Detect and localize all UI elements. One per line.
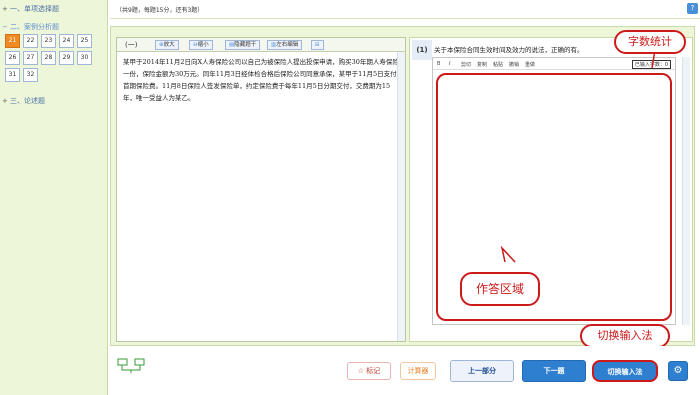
switch-ime-callout: 切换输入法 — [580, 324, 670, 348]
mark-button[interactable]: ☆ 标记 — [347, 362, 391, 380]
next-question-button[interactable]: 下一题 — [522, 360, 586, 382]
bottom-action-bar: ☆ 标记 计算器 上一部分 下一题 切换输入法 ⚙ — [110, 346, 700, 395]
answer-area-connector — [500, 245, 516, 263]
previous-part-button[interactable]: 上一部分 — [450, 360, 514, 382]
network-status-icon — [117, 358, 145, 373]
switch-input-method-button[interactable]: 切换输入法 — [592, 360, 658, 382]
settings-icon[interactable]: ⚙ — [668, 361, 688, 381]
calculator-button[interactable]: 计算器 — [400, 362, 436, 380]
word-count-callout: 字数统计 — [614, 30, 686, 54]
answer-area-callout: 作答区域 — [460, 272, 540, 306]
